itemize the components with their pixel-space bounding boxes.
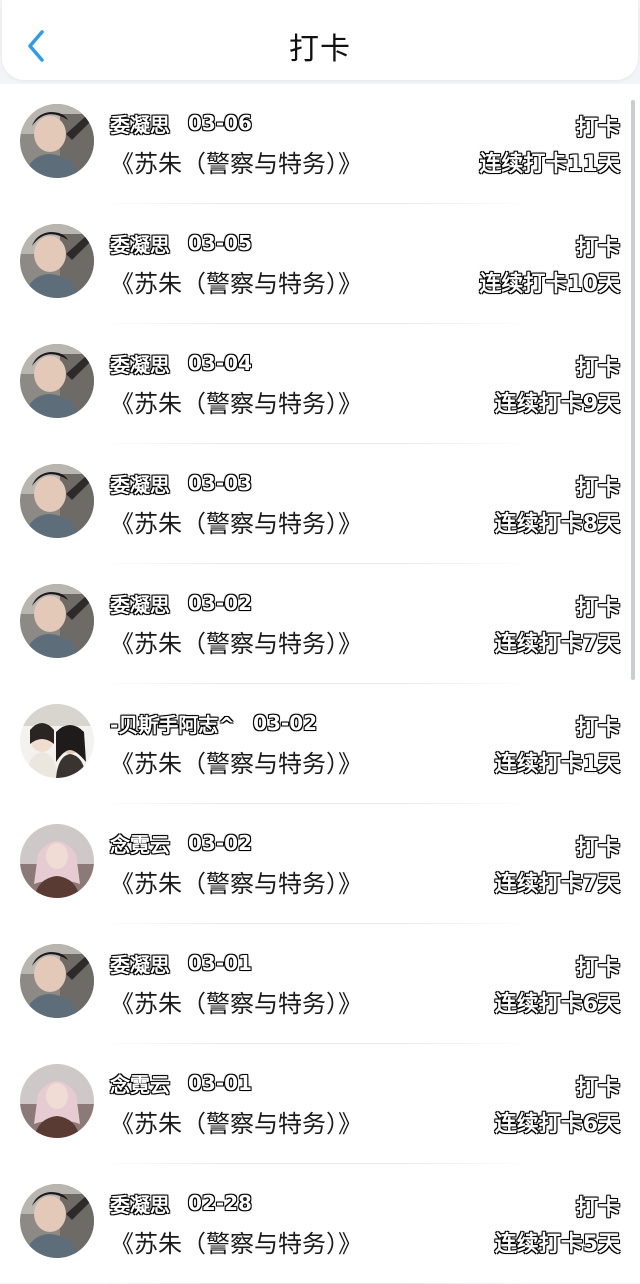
book-title[interactable]: 《苏朱（警察与特务）》 <box>110 144 362 179</box>
book-title[interactable]: 《苏朱（警察与特务）》 <box>110 264 362 299</box>
checkin-date: 03-01 <box>188 951 252 975</box>
book-title[interactable]: 《苏朱（警察与特务）》 <box>110 624 362 659</box>
book-title[interactable]: 《苏朱（警察与特务）》 <box>110 744 362 779</box>
list-item[interactable]: 委凝思 03-05 《苏朱（警察与特务）》 打卡连续打卡10天 <box>0 204 640 324</box>
book-title[interactable]: 《苏朱（警察与特务）》 <box>110 1104 362 1139</box>
streak-count: 连续打卡9天 <box>494 392 620 417</box>
user-name[interactable]: 委凝思 <box>110 229 170 258</box>
item-meta: 委凝思 02-28 <box>110 1189 252 1218</box>
list-item[interactable]: 念霓云 03-01 《苏朱（警察与特务）》 打卡连续打卡6天 <box>0 1044 640 1164</box>
checkin-label: 打卡 <box>575 596 620 621</box>
avatar[interactable] <box>20 584 94 658</box>
item-meta: 委凝思 03-06 <box>110 109 252 138</box>
user-name[interactable]: -贝斯手阿志^ <box>110 709 235 738</box>
item-meta: 念霓云 03-02 <box>110 829 252 858</box>
user-name[interactable]: 委凝思 <box>110 589 170 618</box>
streak-count: 连续打卡6天 <box>494 992 620 1017</box>
scrollbar[interactable] <box>631 100 635 680</box>
checkin-label: 打卡 <box>575 956 620 981</box>
checkin-label: 打卡 <box>575 356 620 381</box>
user-name[interactable]: 委凝思 <box>110 949 170 978</box>
list-item[interactable]: 委凝思 03-02 《苏朱（警察与特务）》 打卡连续打卡7天 <box>0 564 640 684</box>
item-meta: 念霓云 03-01 <box>110 1069 252 1098</box>
avatar[interactable] <box>20 824 94 898</box>
header-bar: 打卡 <box>0 0 640 82</box>
avatar[interactable] <box>20 344 94 418</box>
list-item[interactable]: 委凝思 03-03 《苏朱（警察与特务）》 打卡连续打卡8天 <box>0 444 640 564</box>
list-item[interactable]: 委凝思 03-06 《苏朱（警察与特务）》 打卡连续打卡11天 <box>0 84 640 204</box>
checkin-date: 03-03 <box>188 471 252 495</box>
item-meta: 委凝思 03-03 <box>110 469 252 498</box>
checkin-date: 02-28 <box>188 1191 252 1215</box>
streak-count: 连续打卡11天 <box>479 152 620 177</box>
header-card: 打卡 <box>2 0 638 80</box>
user-name[interactable]: 念霓云 <box>110 1069 170 1098</box>
checkin-label: 打卡 <box>575 1076 620 1101</box>
user-name[interactable]: 委凝思 <box>110 1189 170 1218</box>
checkin-label: 打卡 <box>575 236 620 261</box>
user-name[interactable]: 委凝思 <box>110 349 170 378</box>
avatar[interactable] <box>20 104 94 178</box>
list-item[interactable]: 委凝思 03-04 《苏朱（警察与特务）》 打卡连续打卡9天 <box>0 324 640 444</box>
checkin-date: 03-04 <box>188 351 252 375</box>
book-title[interactable]: 《苏朱（警察与特务）》 <box>110 1224 362 1259</box>
avatar[interactable] <box>20 464 94 538</box>
book-title[interactable]: 《苏朱（警察与特务）》 <box>110 984 362 1019</box>
book-title[interactable]: 《苏朱（警察与特务）》 <box>110 384 362 419</box>
checkin-label: 打卡 <box>575 716 620 741</box>
streak-count: 连续打卡7天 <box>494 872 620 897</box>
item-meta: 委凝思 03-05 <box>110 229 252 258</box>
book-title[interactable]: 《苏朱（警察与特务）》 <box>110 504 362 539</box>
list-item[interactable]: -贝斯手阿志^ 03-02 《苏朱（警察与特务）》 打卡连续打卡1天 <box>0 684 640 804</box>
user-name[interactable]: 念霓云 <box>110 829 170 858</box>
checkin-date: 03-02 <box>253 711 318 735</box>
avatar[interactable] <box>20 1184 94 1258</box>
avatar[interactable] <box>20 704 94 778</box>
user-name[interactable]: 委凝思 <box>110 469 170 498</box>
list-item[interactable]: 委凝思 02-28 《苏朱（警察与特务）》 打卡连续打卡5天 <box>0 1164 640 1284</box>
checkin-label: 打卡 <box>575 476 620 501</box>
list-item[interactable]: 念霓云 03-02 《苏朱（警察与特务）》 打卡连续打卡7天 <box>0 804 640 924</box>
checkin-label: 打卡 <box>575 1196 620 1221</box>
item-meta: 委凝思 03-04 <box>110 349 252 378</box>
checkin-date: 03-05 <box>188 231 252 255</box>
checkin-label: 打卡 <box>575 116 620 141</box>
book-title[interactable]: 《苏朱（警察与特务）》 <box>110 864 362 899</box>
streak-count: 连续打卡1天 <box>494 752 620 777</box>
avatar[interactable] <box>20 224 94 298</box>
streak-count: 连续打卡8天 <box>494 512 620 537</box>
list-item[interactable]: 委凝思 03-01 《苏朱（警察与特务）》 打卡连续打卡6天 <box>0 924 640 1044</box>
avatar[interactable] <box>20 944 94 1018</box>
item-meta: 委凝思 03-02 <box>110 589 252 618</box>
avatar[interactable] <box>20 1064 94 1138</box>
checkin-date: 03-01 <box>188 1071 252 1095</box>
streak-count: 连续打卡5天 <box>494 1232 620 1257</box>
checkin-label: 打卡 <box>575 836 620 861</box>
streak-count: 连续打卡7天 <box>494 632 620 657</box>
page-title: 打卡 <box>289 32 351 67</box>
streak-count: 连续打卡10天 <box>479 272 620 297</box>
user-name[interactable]: 委凝思 <box>110 109 170 138</box>
checkin-date: 03-06 <box>188 111 252 135</box>
checkin-date: 03-02 <box>188 591 252 615</box>
streak-count: 连续打卡6天 <box>494 1112 620 1137</box>
item-meta: -贝斯手阿志^ 03-02 <box>110 709 318 738</box>
checkin-date: 03-02 <box>188 831 252 855</box>
checkin-list: 委凝思 03-06 《苏朱（警察与特务）》 打卡 连续打卡11天 委凝思 03-05 《苏朱… <box>0 84 640 1284</box>
item-meta: 委凝思 03-01 <box>110 949 252 978</box>
